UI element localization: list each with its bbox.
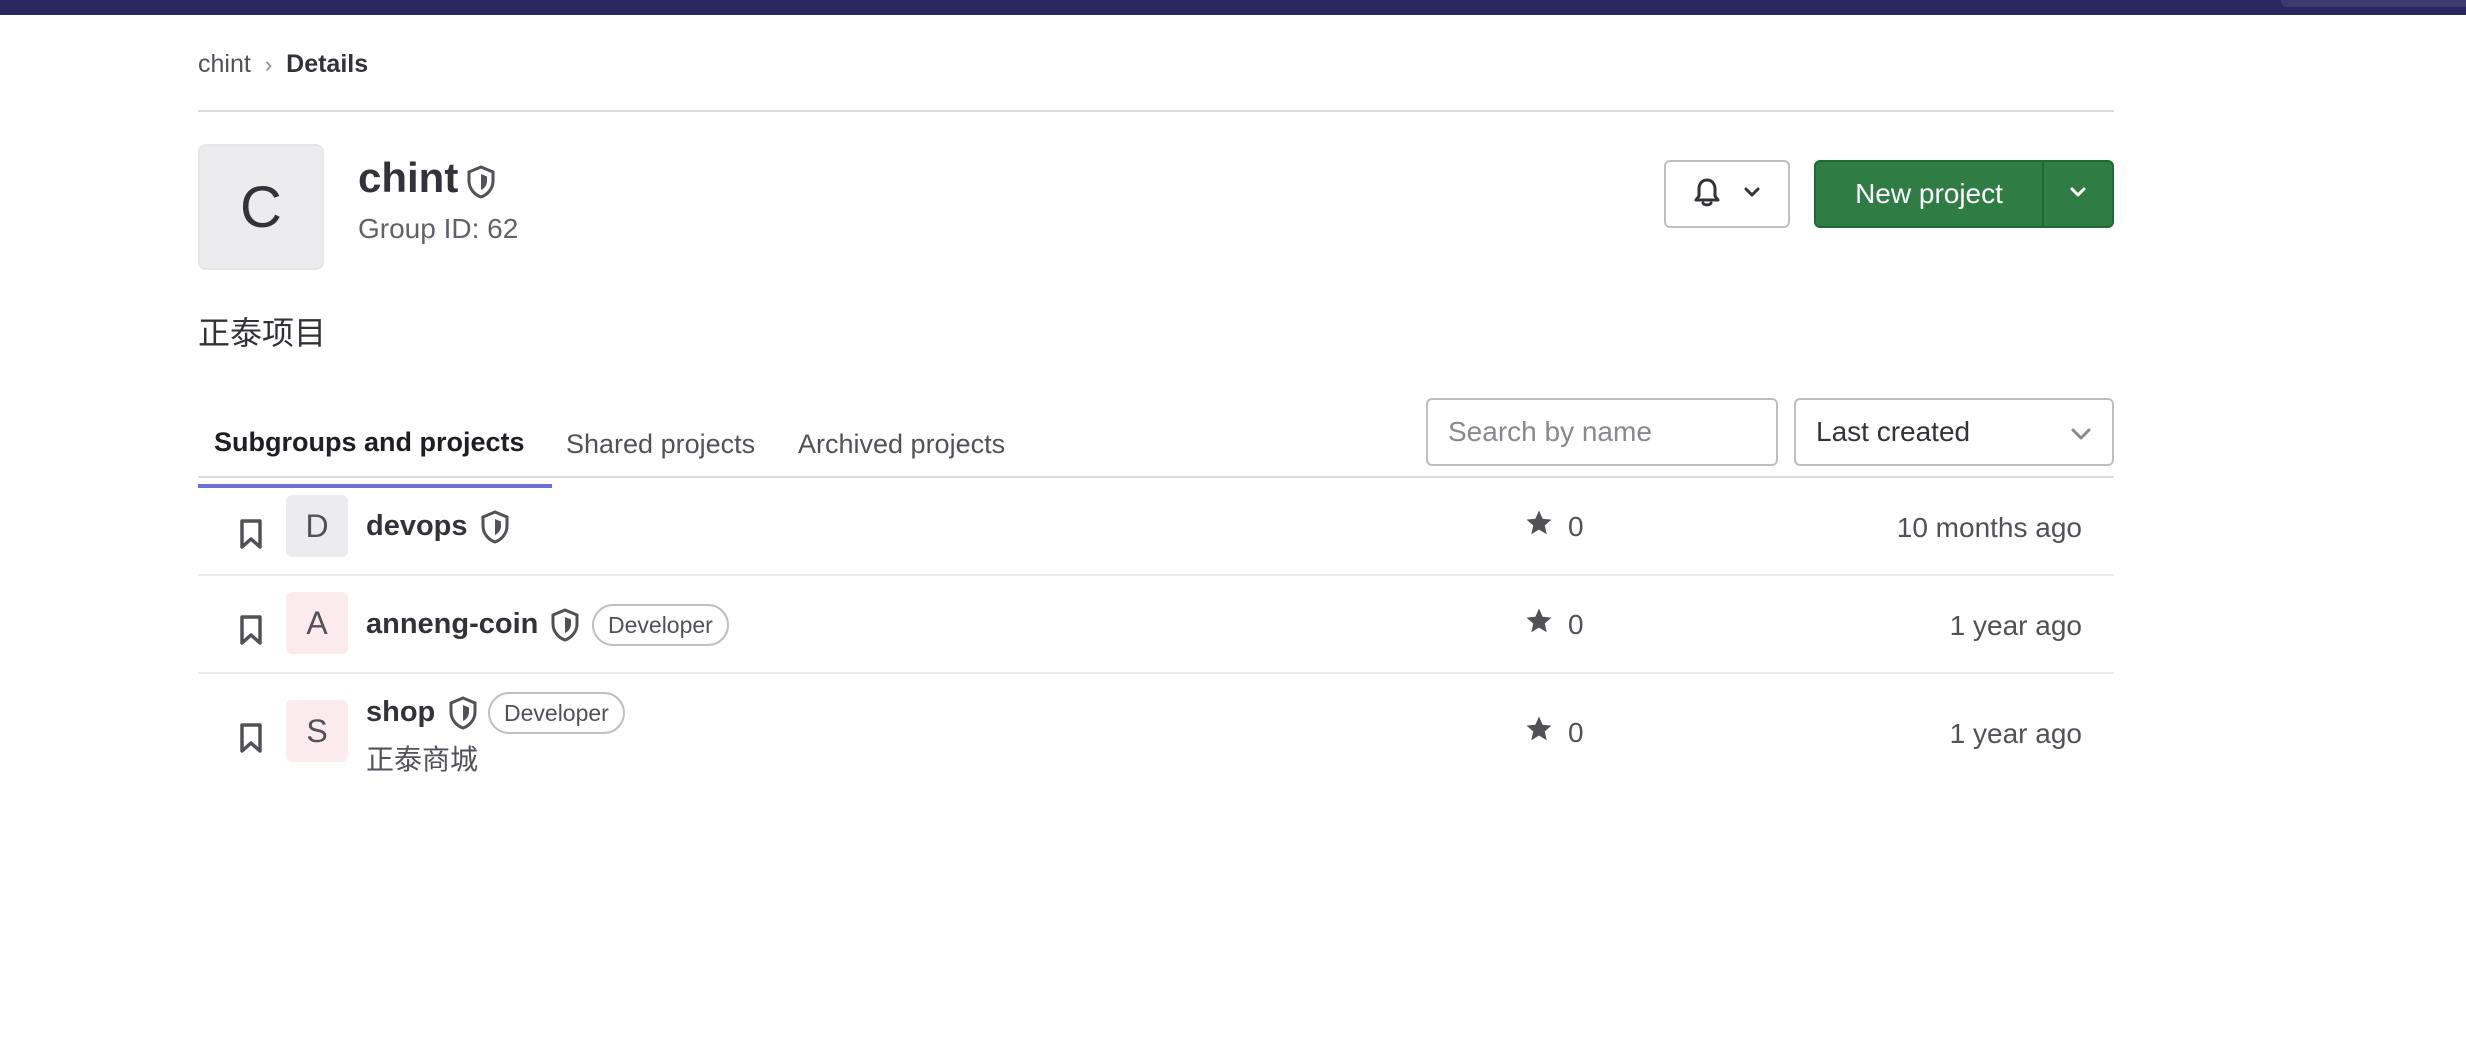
shield-icon <box>448 696 478 735</box>
new-project-button-group: New project <box>1814 160 2114 228</box>
updated-time: 10 months ago <box>1896 512 2082 543</box>
project-description: 正泰商城 <box>366 744 479 775</box>
bell-icon <box>1693 177 1721 212</box>
role-badge: Developer <box>488 692 625 734</box>
star-icon <box>1524 714 1554 751</box>
project-name-link[interactable]: shop <box>366 696 435 729</box>
shield-icon <box>550 608 580 647</box>
breadcrumb-current: Details <box>286 50 369 78</box>
star-count: 0 <box>1524 508 1584 545</box>
list-item[interactable]: A anneng-coin Developer 0 1 year ago <box>198 576 2114 674</box>
list-item[interactable]: D devops 0 10 months ago <box>198 480 2114 576</box>
role-badge: Developer <box>592 604 729 646</box>
tab-shared-projects[interactable]: Shared projects <box>550 400 771 488</box>
notification-settings-button[interactable] <box>1664 160 1790 228</box>
bookmark-icon <box>238 614 264 651</box>
chevron-down-icon <box>2069 185 2087 203</box>
sort-selected-label: Last created <box>1816 416 1971 447</box>
header-divider <box>198 110 2114 112</box>
chevron-down-icon <box>2070 416 2092 448</box>
list-item[interactable]: S shop Developer 正泰商城 0 1 year ago <box>198 674 2114 802</box>
top-navbar <box>0 0 2466 15</box>
sort-dropdown[interactable]: Last created <box>1794 398 2114 466</box>
group-description: 正泰项目 <box>198 315 327 351</box>
project-avatar: S <box>286 700 348 762</box>
breadcrumb: chint › Details <box>198 50 368 79</box>
chevron-down-icon <box>1743 185 1761 203</box>
group-avatar: C <box>198 144 324 270</box>
breadcrumb-separator: › <box>264 51 273 77</box>
star-count-value: 0 <box>1568 608 1584 640</box>
updated-time: 1 year ago <box>1949 610 2082 641</box>
group-name: chint <box>358 154 459 201</box>
project-name-link[interactable]: devops <box>366 510 468 543</box>
search-input[interactable] <box>1426 398 1778 466</box>
bookmark-icon <box>238 518 264 555</box>
new-project-button[interactable]: New project <box>1816 162 2044 226</box>
topbar-search-field[interactable] <box>2281 0 2466 7</box>
bookmark-icon <box>238 722 264 759</box>
updated-time: 1 year ago <box>1949 718 2082 749</box>
project-avatar: A <box>286 592 348 654</box>
star-icon <box>1524 508 1554 545</box>
shield-icon <box>480 510 510 549</box>
shield-icon <box>466 165 496 204</box>
tab-archived-projects[interactable]: Archived projects <box>782 400 1021 488</box>
star-icon <box>1524 606 1554 643</box>
group-id: Group ID: 62 <box>358 213 519 244</box>
star-count: 0 <box>1524 606 1584 643</box>
tabs-divider <box>198 476 2114 478</box>
project-avatar: D <box>286 495 348 557</box>
star-count-value: 0 <box>1568 716 1584 748</box>
project-name-link[interactable]: anneng-coin <box>366 608 538 641</box>
star-count-value: 0 <box>1568 510 1584 542</box>
new-project-dropdown-toggle[interactable] <box>2044 162 2112 226</box>
breadcrumb-parent-link[interactable]: chint <box>198 50 251 79</box>
tab-subgroups-and-projects[interactable]: Subgroups and projects <box>198 400 552 488</box>
star-count: 0 <box>1524 714 1584 751</box>
